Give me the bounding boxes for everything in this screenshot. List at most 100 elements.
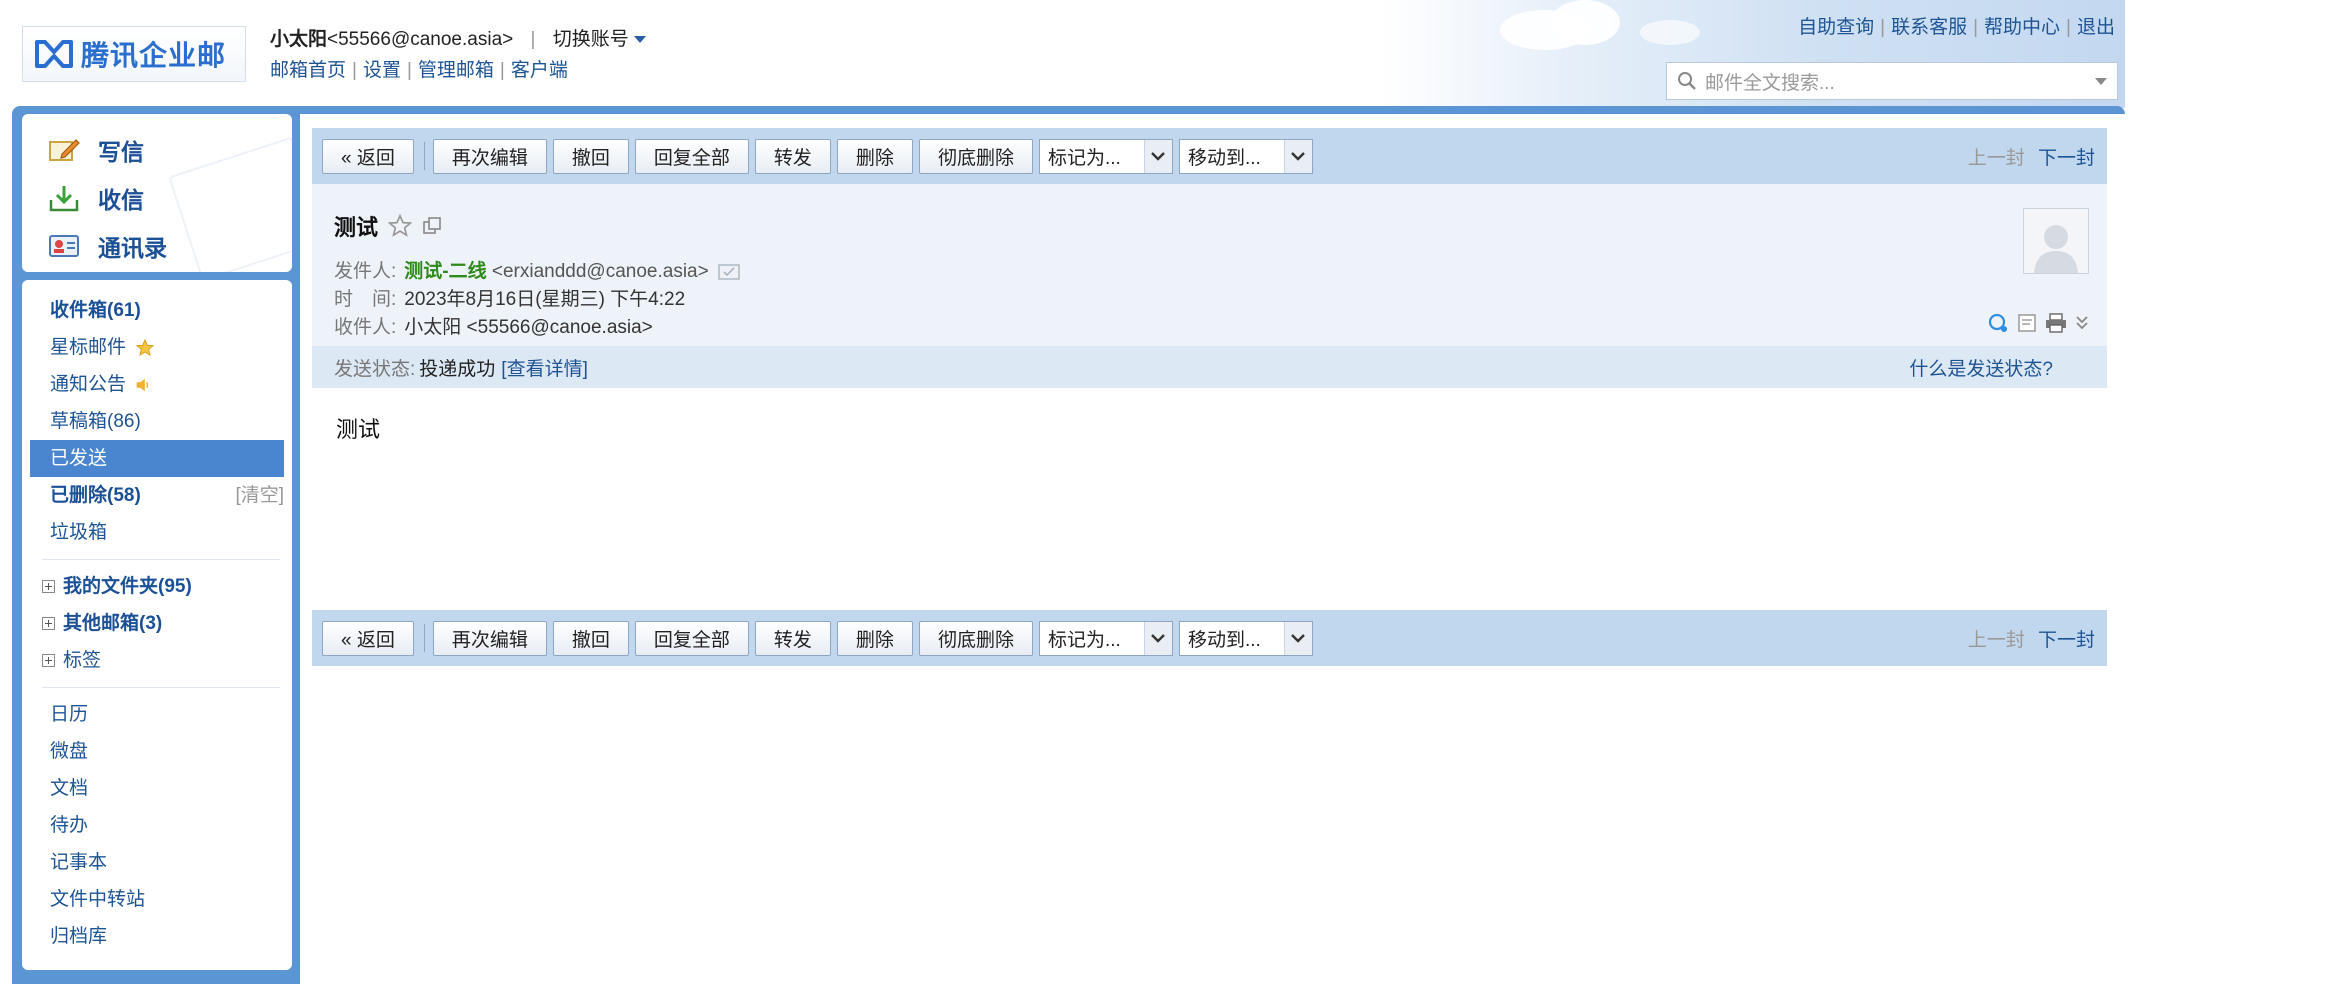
sidebar-item-inbox[interactable]: 收件箱(61) bbox=[22, 292, 292, 329]
contacts-button[interactable]: 通讯录 bbox=[22, 222, 292, 270]
receive-label: 收信 bbox=[98, 187, 144, 213]
status-help-link[interactable]: 什么是发送状态? bbox=[1909, 354, 2053, 381]
star-icon bbox=[136, 338, 155, 356]
subject-text: 测试 bbox=[334, 215, 379, 240]
recall-button[interactable]: 撤回 bbox=[552, 620, 629, 656]
sidebar-item-calendar[interactable]: 日历 bbox=[22, 696, 292, 733]
avatar bbox=[2023, 208, 2089, 274]
status-value: 投递成功 bbox=[419, 358, 496, 380]
next-mail-link[interactable]: 下一封 bbox=[2038, 148, 2095, 169]
clear-trash-link[interactable]: [清空] bbox=[235, 477, 284, 514]
sidebar-item-label: 通知公告 bbox=[50, 374, 127, 395]
verified-card-icon[interactable] bbox=[718, 263, 740, 281]
sidebar-item-sent[interactable]: 已发送 bbox=[30, 440, 284, 477]
chevron-down-icon bbox=[633, 36, 646, 44]
reedit-button[interactable]: 再次编辑 bbox=[432, 138, 547, 174]
recipient-value[interactable]: 小太阳 <55566@canoe.asia> bbox=[404, 317, 653, 338]
time-label: 时 间: bbox=[334, 289, 397, 310]
next-mail-link[interactable]: 下一封 bbox=[2038, 630, 2095, 651]
link-logout[interactable]: 退出 bbox=[2077, 17, 2115, 38]
account-info: 小太阳<55566@canoe.asia> | 切换账号 bbox=[270, 24, 646, 51]
back-button[interactable]: « 返回 bbox=[322, 138, 414, 174]
sidebar-item-my-folders[interactable]: 我的文件夹(95) bbox=[22, 568, 292, 605]
switch-account-button[interactable]: 切换账号 bbox=[553, 29, 646, 50]
sidebar-item-other-mailboxes[interactable]: 其他邮箱(3) bbox=[22, 605, 292, 642]
sender-address: <erxianddd@canoe.asia> bbox=[491, 261, 709, 282]
link-self-service[interactable]: 自助查询 bbox=[1798, 17, 1874, 38]
prev-mail-link[interactable]: 上一封 bbox=[1968, 148, 2025, 169]
mail-pager: 上一封 下一封 bbox=[1968, 143, 2095, 170]
sidebar-item-archive[interactable]: 归档库 bbox=[22, 918, 292, 955]
forward-button[interactable]: 转发 bbox=[754, 620, 831, 656]
mark-as-label: 标记为... bbox=[1047, 629, 1121, 651]
delete-button[interactable]: 删除 bbox=[836, 138, 913, 174]
mark-as-select[interactable]: 标记为... bbox=[1038, 138, 1173, 174]
delete-button[interactable]: 删除 bbox=[836, 620, 913, 656]
compose-label: 写信 bbox=[98, 139, 144, 165]
sidebar-item-drafts[interactable]: 草稿箱(86) bbox=[22, 403, 292, 440]
sidebar-item-deleted[interactable]: 已删除(58) [清空] bbox=[22, 477, 292, 514]
to-row: 收件人: 小太阳 <55566@canoe.asia> bbox=[334, 312, 653, 339]
header-nav-links: 邮箱首页 | 设置 | 管理邮箱 | 客户端 bbox=[270, 60, 568, 81]
sidebar-item-spam[interactable]: 垃圾箱 bbox=[22, 514, 292, 551]
sidebar-item-label: 标签 bbox=[63, 650, 102, 671]
delete-forever-button[interactable]: 彻底删除 bbox=[918, 138, 1033, 174]
link-settings[interactable]: 设置 bbox=[363, 60, 401, 81]
forward-button[interactable]: 转发 bbox=[754, 138, 831, 174]
mark-as-select[interactable]: 标记为... bbox=[1038, 620, 1173, 656]
time-value: 2023年8月16日(星期三) 下午4:22 bbox=[404, 289, 686, 310]
mail-toolbar-top: « 返回 再次编辑 撤回 回复全部 转发 删除 彻底删除 标记为... 移动到.… bbox=[312, 128, 2107, 184]
top-right-links: 自助查询 | 联系客服 | 帮助中心 | 退出 bbox=[1798, 17, 2115, 38]
chat-reply-icon[interactable] bbox=[1987, 312, 2009, 334]
back-button[interactable]: « 返回 bbox=[322, 620, 414, 656]
link-mailbox-home[interactable]: 邮箱首页 bbox=[270, 60, 346, 81]
search-dropdown-icon[interactable] bbox=[2095, 77, 2107, 85]
expand-icon[interactable] bbox=[42, 580, 55, 593]
sender-name[interactable]: 测试-二线 bbox=[404, 261, 486, 282]
logo[interactable]: 腾讯企业邮 bbox=[22, 26, 246, 82]
move-to-select[interactable]: 移动到... bbox=[1178, 620, 1313, 656]
star-outline-icon[interactable] bbox=[388, 214, 413, 238]
sidebar-item-todo[interactable]: 待办 bbox=[22, 807, 292, 844]
move-to-select[interactable]: 移动到... bbox=[1178, 138, 1313, 174]
user-email: <55566@canoe.asia> bbox=[327, 29, 514, 50]
chevron-down-icon bbox=[1283, 139, 1312, 173]
switch-account-label: 切换账号 bbox=[552, 29, 629, 50]
note-icon[interactable] bbox=[2017, 313, 2037, 333]
sidebar-item-drive[interactable]: 微盘 bbox=[22, 733, 292, 770]
reply-all-button[interactable]: 回复全部 bbox=[634, 138, 749, 174]
expand-icon[interactable] bbox=[42, 654, 55, 667]
link-client[interactable]: 客户端 bbox=[511, 60, 568, 81]
compose-button[interactable]: 写信 bbox=[22, 126, 292, 174]
status-label: 发送状态: bbox=[334, 358, 416, 380]
reply-all-button[interactable]: 回复全部 bbox=[634, 620, 749, 656]
sidebar-item-starred[interactable]: 星标邮件 bbox=[22, 329, 292, 366]
sidebar-item-docs[interactable]: 文档 bbox=[22, 770, 292, 807]
sidebar-item-file-transfer[interactable]: 文件中转站 bbox=[22, 881, 292, 918]
more-chevron-icon[interactable] bbox=[2075, 314, 2089, 332]
prev-mail-link[interactable]: 上一封 bbox=[1968, 630, 2025, 651]
mail-toolbar-bottom: « 返回 再次编辑 撤回 回复全部 转发 删除 彻底删除 标记为... 移动到.… bbox=[312, 610, 2107, 666]
reedit-button[interactable]: 再次编辑 bbox=[432, 620, 547, 656]
chevron-down-icon bbox=[1283, 621, 1312, 655]
compose-icon bbox=[49, 139, 80, 161]
time-row: 时 间: 2023年8月16日(星期三) 下午4:22 bbox=[334, 284, 685, 311]
sidebar-item-notes[interactable]: 记事本 bbox=[22, 844, 292, 881]
sidebar-item-tags[interactable]: 标签 bbox=[22, 642, 292, 679]
print-icon[interactable] bbox=[2045, 313, 2067, 333]
search-input[interactable]: 邮件全文搜索... bbox=[1666, 62, 2118, 100]
open-new-window-icon[interactable] bbox=[422, 216, 442, 236]
link-admin-mailbox[interactable]: 管理邮箱 bbox=[418, 60, 494, 81]
expand-icon[interactable] bbox=[42, 617, 55, 630]
mark-as-label: 标记为... bbox=[1047, 147, 1121, 169]
send-status-bar: 发送状态: 投递成功 [查看详情] 什么是发送状态? bbox=[312, 346, 2107, 388]
divider bbox=[42, 559, 280, 560]
receive-button[interactable]: 收信 bbox=[22, 174, 292, 222]
recall-button[interactable]: 撤回 bbox=[552, 138, 629, 174]
delete-forever-button[interactable]: 彻底删除 bbox=[918, 620, 1033, 656]
link-contact-support[interactable]: 联系客服 bbox=[1891, 17, 1967, 38]
view-detail-link[interactable]: [查看详情] bbox=[501, 354, 588, 381]
sidebar-item-notice[interactable]: 通知公告 bbox=[22, 366, 292, 403]
toolbar-separator bbox=[423, 142, 425, 170]
link-help-center[interactable]: 帮助中心 bbox=[1984, 17, 2060, 38]
